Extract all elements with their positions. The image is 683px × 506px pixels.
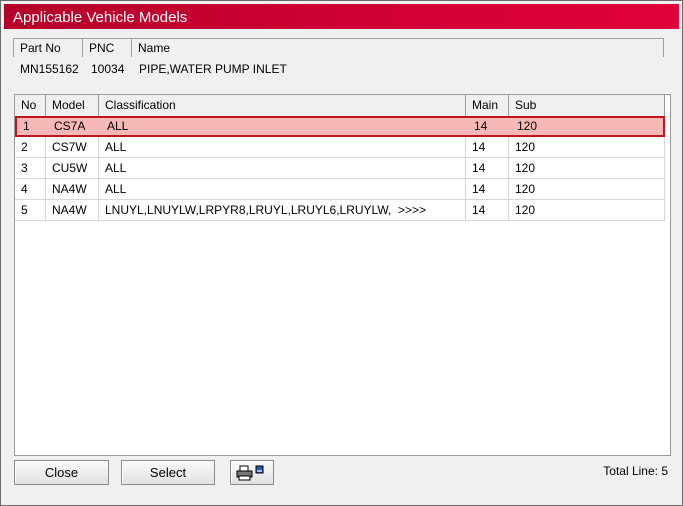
cell-main: 14	[466, 200, 509, 220]
table-header: No Model Classification Main Sub	[15, 95, 665, 117]
close-button[interactable]: Close	[14, 460, 109, 485]
cell-no: 2	[15, 137, 46, 157]
column-header-sub[interactable]: Sub	[509, 95, 665, 116]
cell-no: 1	[23, 119, 30, 133]
title-bar[interactable]: Applicable Vehicle Models	[4, 4, 679, 29]
part-info-values: MN155162 10034 PIPE,WATER PUMP INLET	[13, 57, 664, 89]
applicable-vehicle-models-window: Applicable Vehicle Models Part No PNC Na…	[0, 0, 683, 506]
column-header-no[interactable]: No	[15, 95, 46, 116]
cell-no: 4	[15, 179, 46, 199]
part-no-header: Part No	[20, 41, 61, 55]
cell-sub: 120	[517, 119, 538, 133]
cell-model: CS7A	[54, 119, 86, 133]
total-lines-label: Total Line: 5	[603, 464, 668, 478]
table-row[interactable]: 2 CS7W ALL 14 120	[15, 137, 665, 158]
cell-classification: ALL	[99, 137, 466, 157]
cell-main: 14	[466, 179, 509, 199]
select-button[interactable]: Select	[121, 460, 215, 485]
cell-sub: 120	[509, 200, 665, 220]
column-header-model[interactable]: Model	[46, 95, 99, 116]
header-divider	[131, 39, 132, 57]
part-no-value: MN155162	[20, 62, 79, 76]
header-divider	[82, 39, 83, 57]
cell-classification: ALL	[107, 119, 129, 133]
cell-sub: 120	[509, 179, 665, 199]
name-header: Name	[138, 41, 171, 55]
vehicle-models-table[interactable]: No Model Classification Main Sub 1 CS7A …	[14, 94, 671, 456]
printer-icon	[236, 465, 264, 481]
cell-sub: 120	[509, 137, 665, 157]
window-client: Part No PNC Name MN155162 10034 PIPE,WAT…	[4, 30, 679, 502]
cell-classification: ALL	[99, 179, 466, 199]
cell-no: 5	[15, 200, 46, 220]
column-header-main[interactable]: Main	[466, 95, 509, 116]
pnc-header: PNC	[89, 41, 115, 55]
cell-model: NA4W	[46, 200, 99, 220]
cell-model: CU5W	[46, 158, 99, 178]
table-row[interactable]: 5 NA4W LNUYL,LNUYLW,LRPYR8,LRUYL,LRUYL6,…	[15, 200, 665, 221]
cell-classification: LNUYL,LNUYLW,LRPYR8,LRUYL,LRUYL6,LRUYLW,…	[99, 200, 466, 220]
pnc-value: 10034	[91, 62, 125, 76]
cell-main: 14	[466, 158, 509, 178]
name-value: PIPE,WATER PUMP INLET	[139, 62, 287, 76]
cell-sub: 120	[509, 158, 665, 178]
table-row-selected[interactable]: 1 CS7A ALL 14 120	[15, 116, 665, 137]
cell-model: CS7W	[46, 137, 99, 157]
table-row[interactable]: 3 CU5W ALL 14 120	[15, 158, 665, 179]
cell-model: NA4W	[46, 179, 99, 199]
column-header-classification[interactable]: Classification	[99, 95, 466, 116]
print-button[interactable]	[230, 460, 274, 485]
cell-classification: ALL	[99, 158, 466, 178]
table-row[interactable]: 4 NA4W ALL 14 120	[15, 179, 665, 200]
cell-main: 14	[466, 137, 509, 157]
cell-main: 14	[474, 119, 488, 133]
window-title: Applicable Vehicle Models	[13, 9, 188, 26]
part-info-header: Part No PNC Name	[13, 38, 664, 58]
cell-no: 3	[15, 158, 46, 178]
